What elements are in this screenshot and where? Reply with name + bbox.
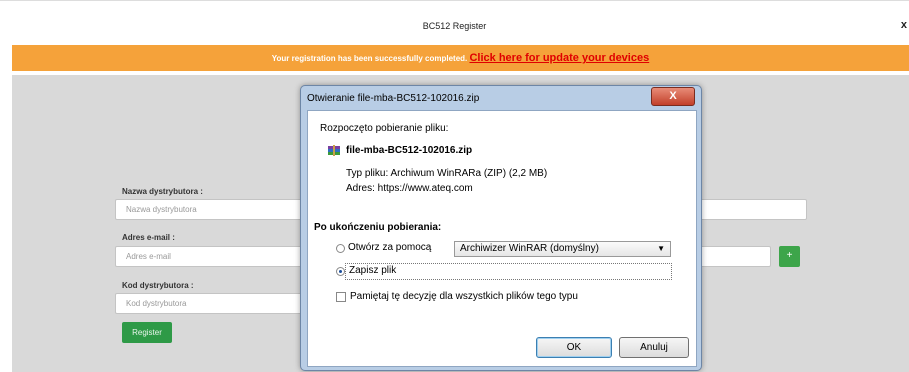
email-label: Adres e-mail : xyxy=(122,233,175,242)
dialog-title: Otwieranie file-mba-BC512-102016.zip xyxy=(307,93,480,104)
download-dialog: Otwieranie file-mba-BC512-102016.zip X R… xyxy=(300,85,702,371)
register-button[interactable]: Register xyxy=(122,322,172,343)
save-file-radio[interactable] xyxy=(336,267,345,276)
download-started-text: Rozpoczęto pobieranie pliku: xyxy=(320,123,449,134)
remember-checkbox[interactable] xyxy=(336,292,346,302)
distributor-code-input[interactable]: Kod dystrybutora xyxy=(115,293,315,314)
distributor-name-label: Nazwa dystrybutora : xyxy=(122,187,203,196)
chevron-down-icon: ▼ xyxy=(657,244,665,253)
success-banner: Your registration has been successfully … xyxy=(12,45,909,71)
dialog-close-button[interactable]: X xyxy=(651,87,695,106)
open-with-app-select[interactable]: Archiwizer WinRAR (domyślny) ▼ xyxy=(454,241,671,257)
save-file-label[interactable]: Zapisz plik xyxy=(349,265,396,276)
remember-label[interactable]: Pamiętaj tę decyzję dla wszystkich plikó… xyxy=(350,291,578,302)
page-title: BC512 Register xyxy=(422,21,487,31)
file-type: Typ pliku: Archiwum WinRARa (ZIP) (2,2 M… xyxy=(346,168,548,179)
file-name: file-mba-BC512-102016.zip xyxy=(346,145,473,156)
file-address: Adres: https://www.ateq.com xyxy=(346,183,473,194)
winrar-archive-icon xyxy=(328,145,340,156)
distributor-code-label: Kod dystrybutora : xyxy=(122,281,194,290)
update-devices-link[interactable]: Click here for update your devices xyxy=(469,52,649,64)
dialog-body: Rozpoczęto pobieranie pliku: file-mba-BC… xyxy=(307,110,697,367)
open-with-app-value: Archiwizer WinRAR (domyślny) xyxy=(460,243,599,254)
open-with-radio[interactable] xyxy=(336,244,345,253)
cancel-button[interactable]: Anuluj xyxy=(619,337,689,358)
close-icon[interactable]: x xyxy=(901,19,907,31)
page-header: BC512 Register x xyxy=(0,0,909,45)
add-email-button[interactable]: + xyxy=(779,246,800,267)
after-download-heading: Po ukończeniu pobierania: xyxy=(314,222,442,233)
ok-button[interactable]: OK xyxy=(536,337,612,358)
open-with-label[interactable]: Otwórz za pomocą xyxy=(348,242,431,253)
success-message: Your registration has been successfully … xyxy=(271,54,468,63)
